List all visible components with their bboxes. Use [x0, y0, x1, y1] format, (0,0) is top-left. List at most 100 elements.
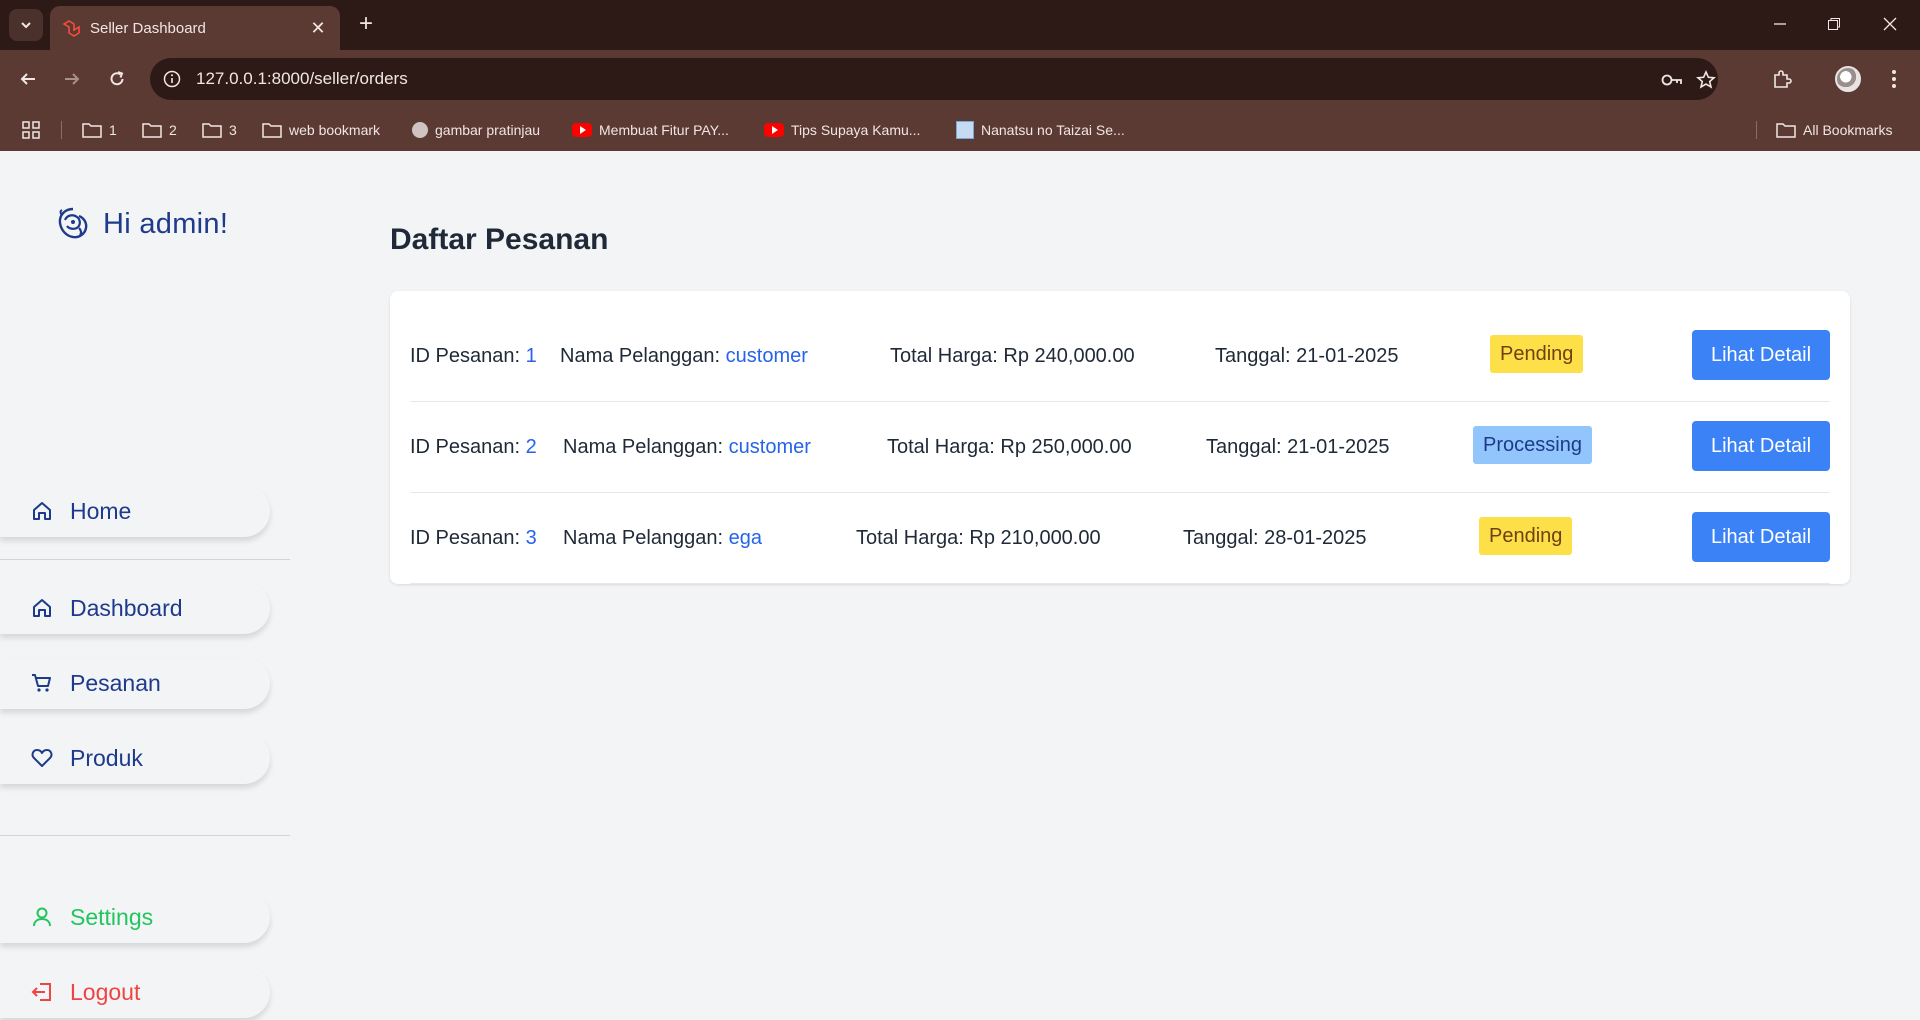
heart-icon [31, 749, 53, 767]
order-customer: Nama Pelanggan: ega [563, 527, 762, 550]
sidebar-item-produk[interactable]: Produk [0, 732, 270, 784]
sidebar-item-home[interactable]: Home [0, 485, 270, 537]
address-bar[interactable]: 127.0.0.1:8000/seller/orders [150, 58, 1718, 100]
order-total-label: Total Harga: [856, 527, 970, 549]
cart-icon [32, 674, 51, 692]
order-id: ID Pesanan: 3 [410, 527, 537, 550]
sidebar-item-label: Produk [70, 745, 143, 771]
order-customer: Nama Pelanggan: customer [560, 345, 808, 368]
order-row: ID Pesanan: 2 Nama Pelanggan: customer T… [410, 402, 1830, 493]
sidebar-item-logout[interactable]: Logout [0, 966, 270, 1018]
view-detail-button[interactable]: Lihat Detail [1692, 512, 1830, 562]
bookmark-tips-supaya[interactable]: Tips Supaya Kamu... [764, 117, 920, 143]
bookmark-gambar-pratinjau[interactable]: gambar pratinjau [412, 117, 540, 143]
order-row: ID Pesanan: 1 Nama Pelanggan: customer T… [410, 311, 1830, 402]
folder-icon [1776, 123, 1796, 138]
new-tab-button[interactable]: + [352, 10, 380, 38]
bookmark-label: Tips Supaya Kamu... [791, 122, 921, 138]
extensions-icon[interactable] [1768, 65, 1796, 93]
bookmark-label: web bookmark [289, 122, 381, 138]
order-total: Total Harga: Rp 250,000.00 [887, 436, 1132, 459]
chevron-down-icon [21, 22, 31, 29]
restore-icon [1828, 18, 1840, 30]
app-viewport: Hi admin! Home Dashboard Pesanan Produk … [0, 151, 1920, 1020]
order-date-label: Tanggal: [1215, 345, 1297, 367]
apps-grid-icon[interactable] [22, 117, 40, 143]
globe-icon [412, 122, 428, 138]
forward-button[interactable] [58, 65, 86, 93]
url-text: 127.0.0.1:8000/seller/orders [196, 69, 408, 88]
close-icon [1883, 17, 1897, 31]
order-total-value: Rp 240,000.00 [1003, 345, 1135, 367]
greeting-text: Hi admin! [103, 207, 229, 240]
reload-button[interactable] [103, 65, 131, 93]
order-customer-label: Nama Pelanggan: [563, 527, 729, 549]
order-customer-label: Nama Pelanggan: [563, 436, 729, 458]
password-key-icon[interactable] [1660, 68, 1684, 92]
sidebar-item-label: Pesanan [70, 670, 161, 696]
order-total-value: Rp 250,000.00 [1000, 436, 1132, 458]
bookmark-folder-3[interactable]: 3 [202, 117, 237, 143]
order-total: Total Harga: Rp 240,000.00 [890, 345, 1135, 368]
bookmarks-bar: 1 2 3 web bookmark gambar pratinjau Memb… [0, 108, 1920, 151]
mailchimp-logo-icon [58, 207, 88, 239]
laravel-icon [62, 20, 80, 37]
sidebar-item-label: Dashboard [70, 595, 183, 621]
bookmark-folder-web[interactable]: web bookmark [262, 117, 380, 143]
order-customer-value[interactable]: customer [729, 436, 811, 458]
user-icon [33, 907, 51, 927]
all-bookmarks-button[interactable]: All Bookmarks [1776, 117, 1892, 143]
order-date-value: 21-01-2025 [1287, 436, 1390, 458]
order-customer: Nama Pelanggan: customer [563, 436, 811, 459]
bookmark-folder-1[interactable]: 1 [82, 117, 117, 143]
tab-search-button[interactable] [9, 9, 43, 41]
arrow-left-icon [20, 73, 35, 85]
book-icon [956, 121, 974, 139]
close-window-button[interactable] [1870, 8, 1910, 40]
order-id: ID Pesanan: 1 [410, 345, 537, 368]
sidebar-item-pesanan[interactable]: Pesanan [0, 657, 270, 709]
order-date: Tanggal: 28-01-2025 [1183, 527, 1366, 550]
order-id-label: ID Pesanan: [410, 527, 526, 549]
more-menu-icon[interactable] [1880, 65, 1908, 93]
order-customer-value[interactable]: customer [726, 345, 808, 367]
order-id-value[interactable]: 1 [526, 345, 537, 367]
browser-tab[interactable]: Seller Dashboard ✕ [50, 6, 340, 50]
orders-list: ID Pesanan: 1 Nama Pelanggan: customer T… [390, 291, 1850, 584]
order-date: Tanggal: 21-01-2025 [1215, 345, 1398, 368]
back-button[interactable] [14, 65, 42, 93]
order-total-label: Total Harga: [890, 345, 1004, 367]
order-id-value[interactable]: 2 [526, 436, 537, 458]
browser-tab-strip: Seller Dashboard ✕ + [0, 0, 1920, 50]
youtube-icon [572, 123, 592, 137]
bookmark-folder-2[interactable]: 2 [142, 117, 177, 143]
profile-avatar-icon[interactable] [1834, 65, 1862, 93]
order-total: Total Harga: Rp 210,000.00 [856, 527, 1101, 550]
bookmark-nanatsu[interactable]: Nanatsu no Taizai Se... [956, 117, 1125, 143]
sidebar: Hi admin! Home Dashboard Pesanan Produk … [0, 151, 290, 1020]
order-id-value[interactable]: 3 [526, 527, 537, 549]
arrow-right-icon [65, 73, 80, 85]
close-tab-icon[interactable]: ✕ [306, 16, 330, 40]
order-customer-value[interactable]: ega [729, 527, 762, 549]
view-detail-button[interactable]: Lihat Detail [1692, 330, 1830, 380]
view-detail-button[interactable]: Lihat Detail [1692, 421, 1830, 471]
order-customer-label: Nama Pelanggan: [560, 345, 726, 367]
site-info-icon[interactable] [160, 67, 184, 91]
bookmark-star-icon[interactable] [1694, 68, 1718, 92]
sidebar-item-settings[interactable]: Settings [0, 891, 270, 943]
folder-icon [262, 123, 282, 138]
folder-icon [202, 123, 222, 138]
order-date: Tanggal: 21-01-2025 [1206, 436, 1389, 459]
order-date-value: 28-01-2025 [1264, 527, 1367, 549]
bookmark-label: 2 [169, 122, 177, 138]
home-icon [33, 599, 51, 617]
sidebar-item-dashboard[interactable]: Dashboard [0, 582, 270, 634]
restore-button[interactable] [1814, 8, 1854, 40]
sidebar-item-label: Logout [70, 979, 141, 1005]
sidebar-item-label: Home [70, 498, 132, 524]
bookmark-membuat-fitur[interactable]: Membuat Fitur PAY... [572, 117, 729, 143]
sidebar-brand: Hi admin! [55, 206, 228, 242]
minimize-button[interactable] [1760, 8, 1800, 40]
bookmark-separator [61, 121, 62, 139]
